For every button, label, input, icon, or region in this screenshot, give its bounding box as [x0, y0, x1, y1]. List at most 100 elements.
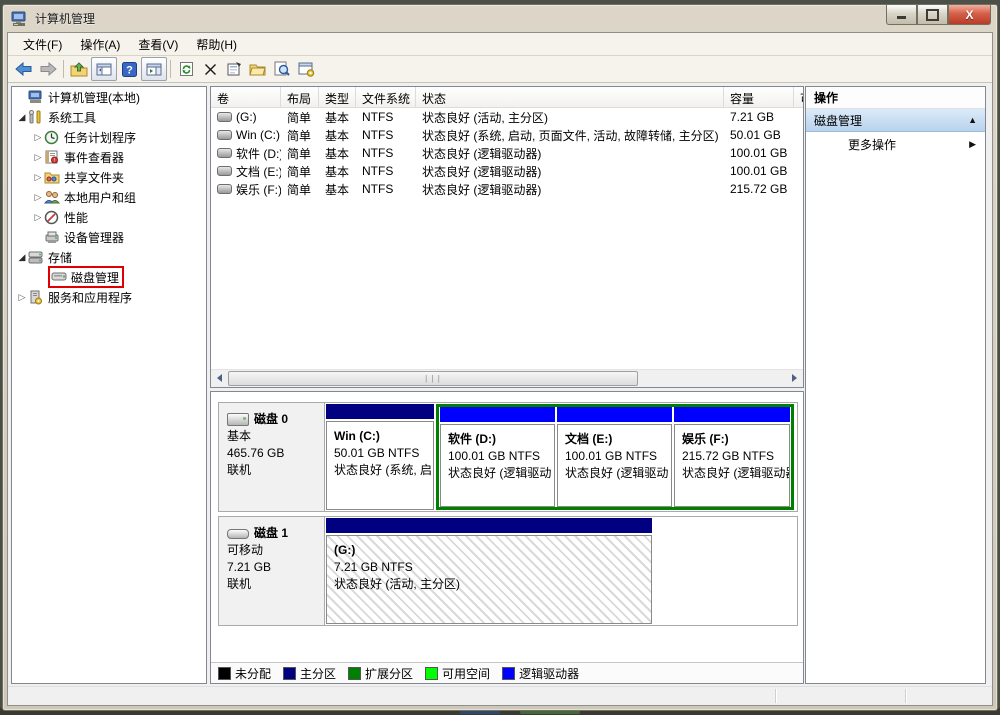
tree-label: 事件查看器 — [64, 149, 124, 166]
event-viewer-icon: ! — [44, 150, 60, 164]
restore-button[interactable] — [917, 5, 948, 25]
expanded-triangle-icon[interactable]: ◢ — [16, 252, 28, 263]
primary-partition-bar — [326, 404, 434, 419]
menu-view[interactable]: 查看(V) — [129, 34, 187, 55]
properties-icon[interactable] — [222, 58, 246, 80]
help-window-icon[interactable] — [294, 58, 318, 80]
disk0-status: 联机 — [227, 462, 324, 479]
collapsed-triangle-icon[interactable]: ▷ — [16, 292, 28, 303]
column-header-filesystem[interactable]: 文件系统 — [356, 87, 416, 107]
disk0-label[interactable]: 磁盘 0 基本 465.76 GB 联机 — [219, 403, 325, 511]
extended-partition-frame: 软件 (D:) 100.01 GB NTFS 状态良好 (逻辑驱动 文档 (E:… — [436, 404, 794, 510]
volume-list-header: 卷 布局 类型 文件系统 状态 容量 可 — [211, 87, 803, 108]
delete-icon[interactable] — [198, 58, 222, 80]
expanded-triangle-icon[interactable]: ◢ — [16, 112, 28, 123]
titlebar[interactable]: 计算机管理 X — [3, 5, 997, 32]
refresh-icon[interactable] — [174, 58, 198, 80]
console-tree-icon[interactable] — [91, 57, 117, 81]
toolbar: ? — [8, 56, 992, 83]
open-folder-icon[interactable] — [246, 58, 270, 80]
volume-row-f[interactable]: 娱乐 (F:) 简单 基本 NTFS 状态良好 (逻辑驱动器) 215.72 G… — [211, 180, 803, 198]
menu-help[interactable]: 帮助(H) — [187, 34, 246, 55]
legend-extended: 扩展分区 — [348, 665, 413, 682]
partition-g-selected[interactable]: (G:) 7.21 GB NTFS 状态良好 (活动, 主分区) — [326, 518, 652, 624]
scroll-right-button[interactable] — [786, 370, 803, 386]
tree-item-computer-management[interactable]: 计算机管理(本地) — [12, 87, 206, 107]
tree-item-task-scheduler[interactable]: ▷ 任务计划程序 — [12, 127, 206, 147]
actions-header: 操作 — [806, 87, 985, 109]
collapsed-triangle-icon[interactable]: ▷ — [32, 172, 44, 183]
collapsed-triangle-icon[interactable]: ▷ — [32, 212, 44, 223]
tree-item-local-users-groups[interactable]: ▷ 本地用户和组 — [12, 187, 206, 207]
legend-logical-drive: 逻辑驱动器 — [502, 665, 579, 682]
legend-swatch — [283, 667, 296, 680]
collapsed-triangle-icon[interactable]: ▷ — [32, 192, 44, 203]
column-header-volume[interactable]: 卷 — [211, 87, 281, 107]
removable-disk-icon — [227, 529, 249, 539]
logical-drive-bar — [674, 407, 790, 422]
find-icon[interactable] — [270, 58, 294, 80]
legend-swatch — [502, 667, 515, 680]
menu-bar: 文件(F) 操作(A) 查看(V) 帮助(H) — [8, 33, 992, 56]
tree-item-services-applications[interactable]: ▷ 服务和应用程序 — [12, 287, 206, 307]
legend-free-space: 可用空间 — [425, 665, 490, 682]
action-pane-icon[interactable] — [141, 57, 167, 81]
help-icon[interactable]: ? — [117, 58, 141, 80]
disk-graphical-pane: 磁盘 0 基本 465.76 GB 联机 Win (C:) 50.01 GB N… — [210, 391, 804, 684]
collapsed-triangle-icon[interactable]: ▷ — [32, 132, 44, 143]
submenu-arrow-icon: ▶ — [969, 139, 976, 150]
menu-action[interactable]: 操作(A) — [71, 34, 129, 55]
system-tools-icon — [28, 110, 44, 124]
tree-item-event-viewer[interactable]: ▷ ! 事件查看器 — [12, 147, 206, 167]
tree-item-device-manager[interactable]: 设备管理器 — [12, 227, 206, 247]
volume-icon — [217, 148, 232, 158]
actions-section-disk-management[interactable]: 磁盘管理 ▲ — [806, 109, 985, 132]
tree-item-shared-folders[interactable]: ▷ 共享文件夹 — [12, 167, 206, 187]
tree-label: 服务和应用程序 — [48, 289, 132, 306]
more-actions-item[interactable]: 更多操作 ▶ — [806, 132, 985, 156]
tree-label: 任务计划程序 — [64, 129, 136, 146]
scrollbar-thumb[interactable]: | | | — [228, 371, 638, 386]
status-bar — [8, 686, 992, 705]
partition-e[interactable]: 文档 (E:) 100.01 GB NTFS 状态良好 (逻辑驱动 — [557, 407, 672, 507]
volume-row-e[interactable]: 文档 (E:) 简单 基本 NTFS 状态良好 (逻辑驱动器) 100.01 G… — [211, 162, 803, 180]
disk1-status: 联机 — [227, 576, 324, 593]
volume-icon — [217, 130, 232, 140]
column-header-capacity[interactable]: 容量 — [724, 87, 794, 107]
tree-item-storage[interactable]: ◢ 存储 — [12, 247, 206, 267]
tree-label: 性能 — [64, 209, 88, 226]
disk1-row: 磁盘 1 可移动 7.21 GB 联机 (G:) 7.21 GB NTFS 状态… — [218, 516, 798, 626]
close-button[interactable]: X — [948, 5, 991, 25]
partition-c[interactable]: Win (C:) 50.01 GB NTFS 状态良好 (系统, 启 — [326, 404, 434, 510]
partition-d[interactable]: 软件 (D:) 100.01 GB NTFS 状态良好 (逻辑驱动 — [440, 407, 555, 507]
column-header-layout[interactable]: 布局 — [281, 87, 319, 107]
disk1-type: 可移动 — [227, 542, 324, 559]
volume-row-d[interactable]: 软件 (D:) 简单 基本 NTFS 状态良好 (逻辑驱动器) 100.01 G… — [211, 144, 803, 162]
collapsed-triangle-icon[interactable]: ▷ — [32, 152, 44, 163]
volume-row-c[interactable]: Win (C:) 简单 基本 NTFS 状态良好 (系统, 启动, 页面文件, … — [211, 126, 803, 144]
forward-icon[interactable] — [36, 58, 60, 80]
column-header-type[interactable]: 类型 — [319, 87, 356, 107]
tree-item-performance[interactable]: ▷ 性能 — [12, 207, 206, 227]
tree-item-disk-management[interactable]: 磁盘管理 — [12, 267, 206, 287]
column-header-status[interactable]: 状态 — [416, 87, 724, 107]
red-highlight-box: 磁盘管理 — [48, 266, 124, 288]
tree-item-system-tools[interactable]: ◢ 系统工具 — [12, 107, 206, 127]
menu-file[interactable]: 文件(F) — [14, 34, 71, 55]
legend-swatch — [218, 667, 231, 680]
volume-row-g[interactable]: (G:) 简单 基本 NTFS 状态良好 (活动, 主分区) 7.21 GB — [211, 108, 803, 126]
partition-f[interactable]: 娱乐 (F:) 215.72 GB NTFS 状态良好 (逻辑驱动器 — [674, 407, 790, 507]
horizontal-scrollbar[interactable]: | | | — [211, 369, 803, 387]
computer-icon — [28, 90, 44, 104]
logical-drive-bar — [440, 407, 555, 422]
up-folder-icon[interactable] — [67, 58, 91, 80]
disk1-label[interactable]: 磁盘 1 可移动 7.21 GB 联机 — [219, 517, 325, 625]
column-header-free-clipped[interactable]: 可 — [794, 87, 804, 107]
collapse-arrow-icon[interactable]: ▲ — [968, 115, 977, 125]
tree-label: 共享文件夹 — [64, 169, 124, 186]
disk0-row: 磁盘 0 基本 465.76 GB 联机 Win (C:) 50.01 GB N… — [218, 402, 798, 512]
minimize-button[interactable] — [886, 5, 917, 25]
scroll-left-button[interactable] — [211, 370, 228, 386]
legend-swatch — [425, 667, 438, 680]
back-icon[interactable] — [12, 58, 36, 80]
